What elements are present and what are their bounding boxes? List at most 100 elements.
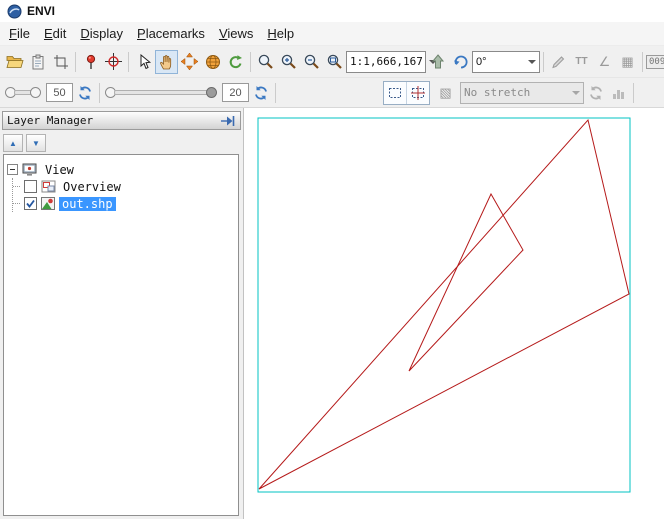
counter-text: 009 <box>649 57 664 67</box>
dock-pin-icon[interactable] <box>220 115 236 127</box>
data-manager-button[interactable] <box>26 50 49 74</box>
sharpen-slider-thumb[interactable] <box>206 87 217 98</box>
tree-root-label[interactable]: View <box>42 163 77 177</box>
placemark-button[interactable] <box>79 50 102 74</box>
chevron-down-icon[interactable] <box>524 52 539 72</box>
layer-manager-header[interactable]: Layer Manager <box>2 111 241 130</box>
menu-bar: File Edit Display Placemarks Views Help <box>0 22 664 46</box>
pan-button[interactable] <box>155 50 178 74</box>
toolbar-separator <box>642 52 643 72</box>
tree-item-label[interactable]: Overview <box>60 180 124 194</box>
vector-layer-svg <box>244 108 664 519</box>
magnifier-plus-icon <box>280 53 297 70</box>
magnifier-rect-icon <box>326 53 343 70</box>
image-view-canvas[interactable] <box>244 108 664 519</box>
orbit-button[interactable] <box>201 50 224 74</box>
zoom-in-button[interactable] <box>277 50 300 74</box>
menu-edit[interactable]: Edit <box>37 24 73 43</box>
collapse-all-button[interactable]: ▲ <box>3 134 23 152</box>
text-tool-icon: TT <box>575 56 587 67</box>
up-triangle-icon: ▲ <box>9 139 17 148</box>
zoom-out-button[interactable] <box>300 50 323 74</box>
text-annotation-button[interactable]: TT <box>570 50 593 74</box>
refresh-icon <box>253 85 269 101</box>
zoom-full-extent-button[interactable] <box>426 50 449 74</box>
histogram-stretch-button[interactable] <box>607 81 630 105</box>
grid-overlay-button[interactable]: ▦ <box>616 50 639 74</box>
pushpin-icon <box>83 54 99 70</box>
brightness-value-box[interactable]: 50 <box>46 83 73 102</box>
tree-connector <box>13 203 20 204</box>
chip-view-button[interactable] <box>49 50 72 74</box>
menu-display[interactable]: Display <box>73 24 130 43</box>
open-file-button[interactable] <box>3 50 26 74</box>
four-way-arrows-icon <box>181 53 198 70</box>
title-bar: ENVI <box>0 0 664 22</box>
stretch-type-value: No stretch <box>461 86 533 99</box>
refresh-icon <box>588 85 604 101</box>
toolbar-separator <box>75 52 76 72</box>
stretch-type-combo[interactable]: No stretch <box>460 82 584 104</box>
menu-views[interactable]: Views <box>212 24 260 43</box>
select-button[interactable] <box>132 50 155 74</box>
zoom-window-button[interactable] <box>323 50 346 74</box>
brightness-slider[interactable] <box>5 87 41 98</box>
brightness-value: 50 <box>53 87 65 99</box>
brightness-slider-cap[interactable] <box>30 87 41 98</box>
up-arrow-icon <box>431 54 445 69</box>
measure-angle-button[interactable]: ∠ <box>593 50 616 74</box>
brightness-reset-button[interactable] <box>73 81 96 105</box>
layer-manager-buttons: ▲ ▼ <box>0 131 243 154</box>
shapefile-icon <box>41 197 55 210</box>
sharpen-slider-track[interactable] <box>114 90 208 95</box>
tree-item-label-selected[interactable]: out.shp <box>59 197 116 211</box>
rotate-arrow-icon <box>228 54 244 70</box>
extent-crosshair-toggle[interactable] <box>406 82 429 104</box>
stretch-region-icon: ▧ <box>439 85 451 101</box>
menu-help[interactable]: Help <box>260 24 301 43</box>
collapse-expander-icon[interactable] <box>7 164 18 175</box>
open-folder-icon <box>6 54 24 69</box>
main-area: Layer Manager ▲ ▼ View <box>0 108 664 519</box>
overview-icon <box>41 180 56 193</box>
goto-button[interactable] <box>102 50 125 74</box>
rotation-value: 0° <box>473 56 490 68</box>
tree-row-overview[interactable]: Overview <box>23 178 235 195</box>
overview-checkbox-unchecked[interactable] <box>24 180 37 193</box>
stretch-reset-button[interactable] <box>584 81 607 105</box>
rotate-view-button[interactable] <box>224 50 247 74</box>
sharpen-slider[interactable] <box>105 87 217 98</box>
sharpen-reset-button[interactable] <box>249 81 272 105</box>
crosshair-icon <box>105 53 122 70</box>
tree-row-view[interactable]: View <box>7 161 235 178</box>
image-extent-outline <box>258 118 630 492</box>
tree-row-out-shp[interactable]: out.shp <box>23 195 235 212</box>
down-triangle-icon: ▼ <box>32 139 40 148</box>
mensuration-badge[interactable]: 009 <box>646 55 664 69</box>
zoom-scale-combo[interactable]: 1:1,666,167 <box>346 51 426 73</box>
expand-all-button[interactable]: ▼ <box>26 134 46 152</box>
annotation-button[interactable] <box>547 50 570 74</box>
blue-rotate-icon <box>453 54 469 70</box>
shapefile-polygon <box>409 194 523 371</box>
shapefile-checkbox-checked[interactable] <box>24 197 37 210</box>
dashed-rect-crosshair-icon <box>410 85 426 101</box>
layer-manager-title: Layer Manager <box>7 114 93 127</box>
globe-icon <box>205 54 221 70</box>
toolbar-separator <box>250 52 251 72</box>
view-monitor-icon <box>22 163 38 177</box>
menu-placemarks[interactable]: Placemarks <box>130 24 212 43</box>
menu-file[interactable]: File <box>2 24 37 43</box>
window-title: ENVI <box>27 4 55 18</box>
fly-button[interactable] <box>178 50 201 74</box>
zoom-scale-value: 1:1,666,167 <box>347 55 426 68</box>
sharpen-value: 20 <box>229 87 241 99</box>
angle-icon: ∠ <box>599 54 611 70</box>
rotation-combo[interactable]: 0° <box>472 51 540 73</box>
zoom-button[interactable] <box>254 50 277 74</box>
reset-rotation-button[interactable] <box>449 50 472 74</box>
layer-tree[interactable]: View Overview <box>3 154 239 516</box>
stretch-region-button[interactable]: ▧ <box>434 81 457 105</box>
sharpen-value-box[interactable]: 20 <box>222 83 249 102</box>
full-extent-toggle[interactable] <box>384 82 406 104</box>
